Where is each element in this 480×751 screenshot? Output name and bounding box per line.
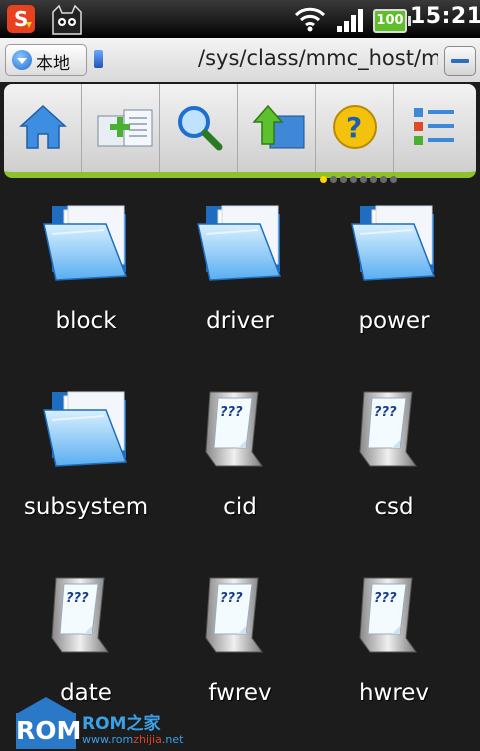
item-label: driver <box>206 308 274 334</box>
page-dot <box>380 176 387 183</box>
folder-icon <box>43 391 128 467</box>
page-dot <box>370 176 377 183</box>
wifi-icon <box>294 7 326 32</box>
svg-text:?: ? <box>346 111 362 144</box>
watermark-logo: ROM ROM之家 www.romzhijia.net <box>16 697 186 751</box>
home-button[interactable] <box>4 84 82 172</box>
page-indicator <box>320 168 400 183</box>
svg-text:???: ??? <box>220 405 243 420</box>
watermark-title: ROM之家 <box>82 714 161 734</box>
page-dot <box>360 176 367 183</box>
add-folder-icon <box>97 109 153 147</box>
svg-text:???: ??? <box>220 591 243 606</box>
svg-text:???: ??? <box>66 591 89 606</box>
item-label: power <box>358 308 430 334</box>
sogou-input-icon: S <box>7 5 35 33</box>
folder-icon <box>197 205 282 281</box>
new-folder-button[interactable] <box>82 84 160 172</box>
folder-item[interactable]: driver <box>162 200 318 360</box>
svg-text:S: S <box>14 7 28 31</box>
item-label: cid <box>223 494 257 520</box>
up-folder-icon <box>252 104 305 149</box>
svg-text:???: ??? <box>374 591 397 606</box>
unknown-file-icon: ??? <box>359 391 417 467</box>
list-view-button[interactable] <box>394 84 472 172</box>
search-button[interactable] <box>160 84 238 172</box>
status-bar: S 100 15:21 <box>0 0 480 38</box>
battery-icon: 100 <box>373 9 411 33</box>
folder-icon <box>351 205 436 281</box>
file-item[interactable]: ??? hwrev <box>316 572 472 732</box>
clock: 15:21 <box>410 4 480 29</box>
unknown-file-icon: ??? <box>51 577 109 653</box>
page-dot <box>350 176 357 183</box>
page-dot <box>330 176 337 183</box>
collapse-button[interactable] <box>444 46 476 76</box>
help-button[interactable]: ? <box>316 84 394 172</box>
watermark-rom: ROM <box>16 713 81 749</box>
home-icon <box>19 104 67 149</box>
chevron-down-icon <box>12 50 32 70</box>
current-path: /sys/class/mmc_host/mm <box>198 46 438 70</box>
watermark-url: www.romzhijia.net <box>82 733 184 746</box>
house-roof-icon <box>18 697 74 713</box>
folder-item[interactable]: block <box>8 200 164 360</box>
file-item[interactable]: ??? cid <box>162 386 318 546</box>
page-dot <box>390 176 397 183</box>
item-label: csd <box>374 494 414 520</box>
path-bar: 本地 /sys/class/mmc_host/mm <box>0 38 480 82</box>
folder-item[interactable]: power <box>316 200 472 360</box>
unknown-file-icon: ??? <box>205 391 263 467</box>
help-icon: ? <box>333 105 377 149</box>
up-folder-button[interactable] <box>238 84 316 172</box>
cat-icon <box>52 4 82 35</box>
page-dot <box>340 176 347 183</box>
location-label: 本地 <box>36 54 70 74</box>
location-dropdown[interactable]: 本地 <box>5 44 87 76</box>
folder-item[interactable]: subsystem <box>8 386 164 546</box>
signal-icon <box>337 9 363 32</box>
page-dot <box>320 176 327 183</box>
list-icon <box>414 108 454 145</box>
unknown-file-icon: ??? <box>359 577 417 653</box>
folder-icon <box>43 205 128 281</box>
svg-text:???: ??? <box>374 405 397 420</box>
item-label: block <box>55 308 117 334</box>
unknown-file-icon: ??? <box>205 577 263 653</box>
file-item[interactable]: ??? csd <box>316 386 472 546</box>
item-label: hwrev <box>358 680 430 706</box>
sd-card-icon <box>94 50 103 68</box>
toolbar: ? <box>4 84 476 178</box>
item-label: subsystem <box>23 494 149 520</box>
search-icon <box>178 106 223 151</box>
